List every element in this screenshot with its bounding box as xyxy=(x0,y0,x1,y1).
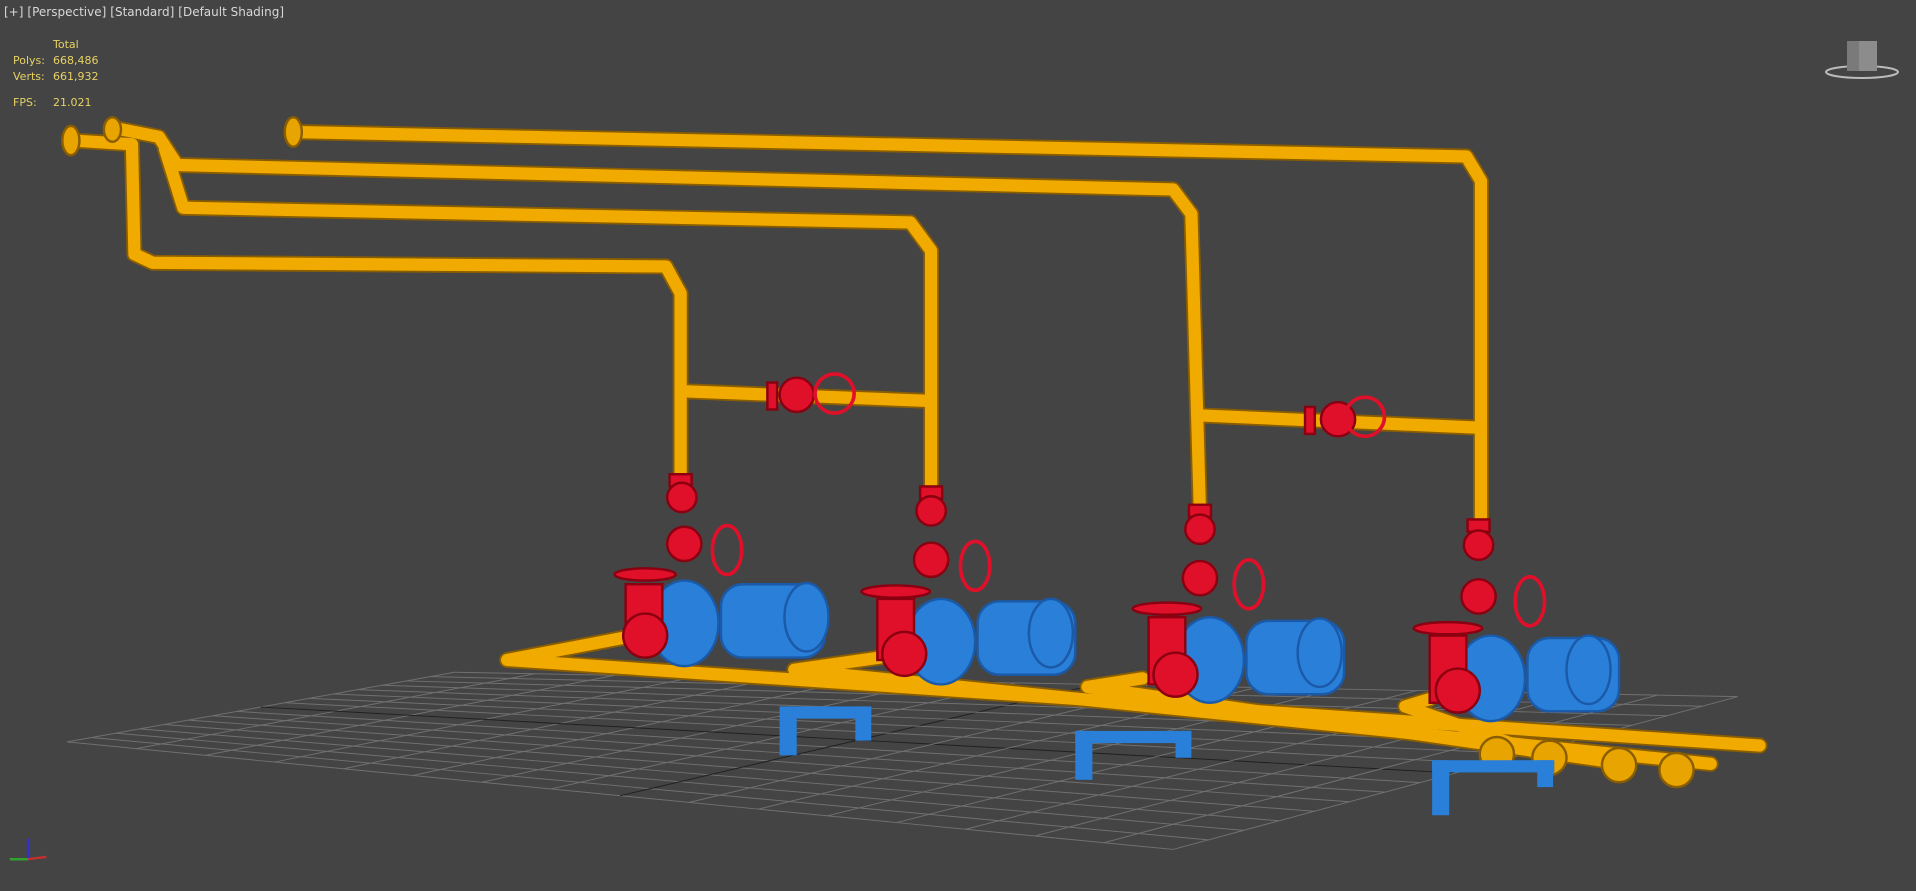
fps-label: FPS: xyxy=(13,96,37,109)
polys-label: Polys: xyxy=(13,54,45,67)
viewport-label-menu[interactable]: [+] [Perspective] [Standard] [Default Shadi… xyxy=(4,5,288,19)
verts-label: Verts: xyxy=(13,70,45,83)
polys-value: 668,486 xyxy=(53,54,99,67)
verts-value: 661,932 xyxy=(53,70,99,83)
viewport-plus-menu[interactable]: [+] xyxy=(4,5,23,19)
viewport-preset-menu[interactable]: [Standard] xyxy=(110,5,174,19)
viewport-pov-menu[interactable]: [Perspective] xyxy=(27,5,106,19)
viewport-scene[interactable] xyxy=(0,0,1916,891)
stats-header: Total xyxy=(53,38,79,51)
viewport-shading-menu[interactable]: [Default Shading] xyxy=(178,5,284,19)
statistics-overlay: Total Polys: 668,486 Verts: 661,932 FPS: 21… xyxy=(13,37,99,111)
viewcube-icon[interactable] xyxy=(1822,38,1902,82)
axis-gizmo xyxy=(9,838,47,861)
fps-value: 21.021 xyxy=(53,96,92,109)
